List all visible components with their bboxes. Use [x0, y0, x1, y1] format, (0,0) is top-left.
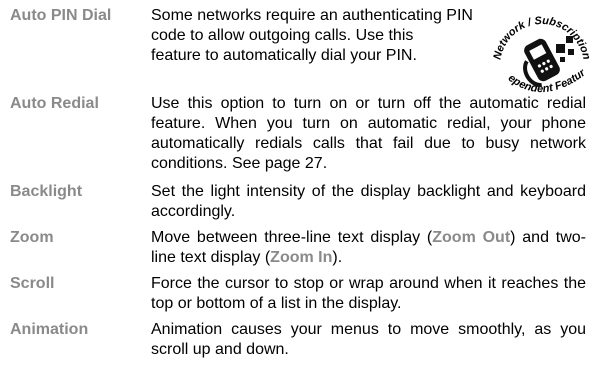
term-auto-redial: Auto Redial [10, 95, 99, 112]
description-text: Move between three-line text display ( [151, 229, 433, 246]
description-zoom: Move between three-line text display (Zo… [151, 228, 586, 268]
zoom-in-label: Zoom In [270, 249, 333, 266]
description-animation: Animation causes your menus to move smoo… [151, 321, 586, 358]
entry-backlight: Backlight Set the light intensity of the… [0, 182, 606, 224]
description-line: code to allow outgoing calls. Use this [151, 27, 414, 44]
network-subscription-badge: Network / Subscription Dependent Feature [486, 8, 596, 104]
entry-scroll: Scroll Force the cursor to stop or wrap … [0, 274, 606, 316]
zoom-out-label: Zoom Out [432, 229, 511, 246]
description-line: feature to automatically dial your PIN. [151, 47, 417, 64]
term-backlight: Backlight [10, 183, 83, 200]
description-scroll: Force the cursor to stop or wrap around … [151, 275, 586, 312]
entry-auto-pin-dial: Auto PIN Dial Some networks require an a… [0, 6, 606, 95]
term-auto-pin-dial: Auto PIN Dial [10, 7, 112, 24]
description-auto-pin-dial: Some networks require an authenticating … [151, 6, 501, 66]
network-subscription-phone-icon: Network / Subscription Dependent Feature [486, 8, 593, 95]
term-zoom: Zoom [10, 229, 54, 246]
description-auto-redial: Use this option to turn on or turn off t… [151, 95, 586, 172]
description-text: ). [332, 249, 343, 266]
term-animation: Animation [10, 321, 89, 338]
term-scroll: Scroll [10, 275, 55, 292]
entry-zoom: Zoom Move between three-line text displa… [0, 228, 606, 270]
entry-auto-redial: Auto Redial Use this option to turn on o… [0, 94, 606, 178]
manual-page: Auto PIN Dial Some networks require an a… [0, 0, 606, 392]
description-line: Some networks require an authenticating … [151, 7, 473, 24]
entry-animation: Animation Animation causes your menus to… [0, 320, 606, 362]
description-backlight: Set the light intensity of the display b… [151, 183, 586, 220]
